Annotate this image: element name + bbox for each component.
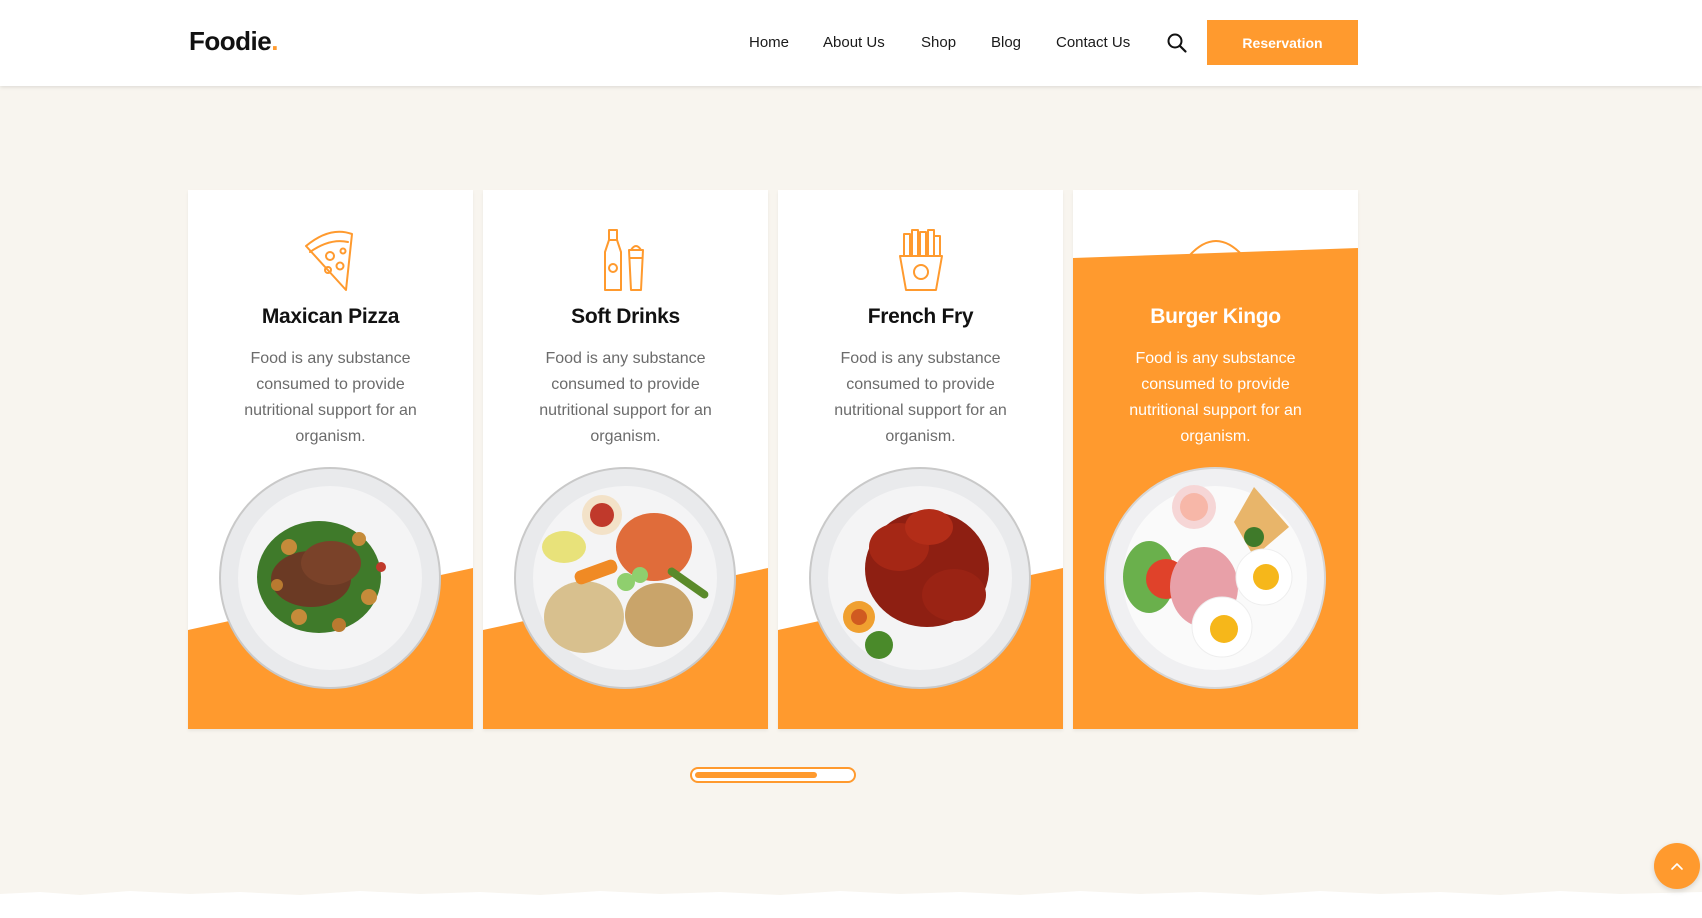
card-description: Food is any substance consumed to provid… <box>244 350 417 445</box>
category-card[interactable]: Maxican Pizza Food is any substance cons… <box>188 190 473 729</box>
nav-shop[interactable]: Shop <box>921 34 956 51</box>
search-icon[interactable] <box>1166 32 1188 54</box>
category-card-active[interactable]: Burger Kingo Food is any substance consu… <box>1073 190 1358 729</box>
logo-text: Foodie <box>189 26 272 56</box>
back-to-top-button[interactable] <box>1654 843 1700 889</box>
slider-progress[interactable] <box>690 767 856 783</box>
food-plate-image <box>809 467 1031 689</box>
food-plate-image <box>514 467 736 689</box>
card-title: French Fry <box>867 305 974 328</box>
card-title: Maxican Pizza <box>261 305 400 328</box>
nav-blog[interactable]: Blog <box>991 34 1021 51</box>
nav-contact-us[interactable]: Contact Us <box>1056 34 1130 51</box>
nav-home[interactable]: Home <box>749 34 789 51</box>
food-plate-image <box>1104 467 1326 689</box>
chevron-up-icon <box>1671 863 1683 870</box>
burger-icon <box>1188 240 1244 257</box>
french-fries-icon <box>899 229 943 291</box>
nav-about-us[interactable]: About Us <box>823 34 885 51</box>
category-card[interactable]: Soft Drinks Food is any substance consum… <box>483 190 768 729</box>
slider-progress-fill <box>695 772 817 778</box>
torn-paper-edge <box>0 891 1702 918</box>
food-plate-image <box>219 467 441 689</box>
card-title: Soft Drinks <box>571 305 680 328</box>
pizza-slice-icon <box>305 230 353 291</box>
drinks-bottle-icon <box>604 229 644 291</box>
card-description: Food is any substance consumed to provid… <box>834 350 1007 445</box>
site-header: Foodie. Home About Us Shop Blog Contact … <box>0 0 1702 86</box>
card-title: Burger Kingo <box>1150 305 1281 328</box>
logo[interactable]: Foodie. <box>189 26 278 57</box>
reservation-button[interactable]: Reservation <box>1207 20 1358 65</box>
card-description: Food is any substance consumed to provid… <box>539 350 712 445</box>
category-cards: Maxican Pizza Food is any substance cons… <box>188 190 1358 730</box>
category-card[interactable]: French Fry Food is any substance consume… <box>778 190 1063 729</box>
logo-dot: . <box>271 26 278 56</box>
card-description: Food is any substance consumed to provid… <box>1129 350 1302 445</box>
